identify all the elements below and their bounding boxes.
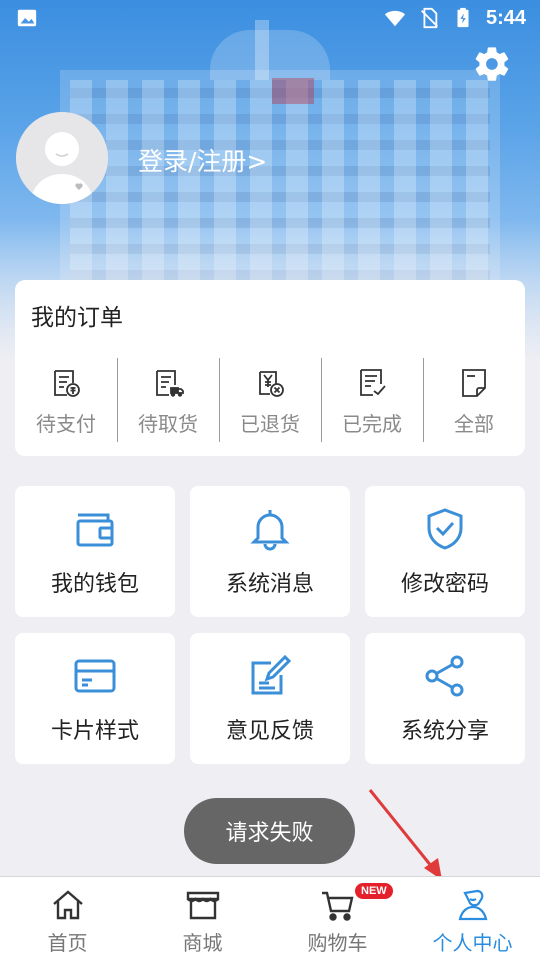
bell-icon [250,509,290,550]
shield-check-icon [427,507,463,550]
returned-icon [259,371,284,397]
feature-system-share[interactable]: 系统分享 [365,633,525,764]
profile-icon [458,889,487,921]
feature-feedback-label: 意见反馈 [225,718,314,744]
nav-cart[interactable]: 购物车 [270,877,405,960]
share-icon [425,655,464,696]
order-pending-pickup[interactable]: 待取货 [117,358,219,442]
cart-icon [321,891,354,921]
my-orders-card: 我的订单 待支付 待取货 已退货 已完成 全部 [15,280,525,456]
error-toast: 请求失败 [184,798,355,864]
pending-payment-icon [54,370,80,397]
my-orders-title[interactable]: 我的订单 [31,298,123,332]
default-avatar-icon [16,112,108,204]
order-pending-pickup-label: 待取货 [138,412,198,436]
red-arrow-annotation [368,789,442,880]
feature-card-style-label: 卡片样式 [50,718,139,744]
clock-time: 5:44 [485,6,526,29]
nav-store-label: 商城 [182,931,223,955]
order-all-label: 全部 [454,412,494,436]
nav-home[interactable]: 首页 [0,877,135,960]
login-register-link[interactable]: 登录/注册> [138,142,267,178]
no-sim-icon [420,7,438,29]
image-icon [17,9,37,27]
pending-pickup-icon [156,370,184,397]
card-icon [74,659,116,692]
edit-icon [251,654,292,694]
feature-my-wallet-label: 我的钱包 [50,571,139,597]
order-pending-payment[interactable]: 待支付 [15,358,117,442]
feature-system-share-label: 系统分享 [400,718,489,744]
order-completed[interactable]: 已完成 [321,358,423,442]
feature-system-messages[interactable]: 系统消息 [190,486,350,617]
completed-icon [360,369,386,396]
order-completed-label: 已完成 [342,412,402,436]
order-pending-payment-label: 待支付 [36,412,96,436]
feature-my-wallet[interactable]: 我的钱包 [15,486,175,617]
nav-profile[interactable]: 个人中心 [405,877,540,960]
all-orders-icon [462,369,486,397]
feature-feedback[interactable]: 意见反馈 [190,633,350,764]
wallet-icon [76,513,114,546]
order-returned-label: 已退货 [240,412,300,436]
order-returned[interactable]: 已退货 [219,358,321,442]
feature-system-messages-label: 系统消息 [225,571,314,597]
avatar[interactable] [16,112,108,204]
feature-grid: 我的钱包 系统消息 修改密码 卡片样式 意见反馈 系统分享 [15,486,525,764]
nav-cart-label: 购物车 [307,931,368,955]
order-all[interactable]: 全部 [423,358,525,442]
nav-profile-label: 个人中心 [432,931,513,955]
store-icon [186,891,219,920]
home-icon [52,890,83,920]
battery-charging-icon [457,7,469,28]
wifi-icon [384,10,406,27]
feature-card-style[interactable]: 卡片样式 [15,633,175,764]
gear-icon[interactable] [472,44,512,84]
nav-store[interactable]: NEW 商城 [135,877,393,960]
feature-change-password-label: 修改密码 [400,571,489,597]
bottom-navigation: 首页 NEW 商城 购物车 个人中心 [0,876,540,960]
status-bar: 5:44 [0,0,540,36]
feature-change-password[interactable]: 修改密码 [365,486,525,617]
nav-home-label: 首页 [47,931,88,955]
